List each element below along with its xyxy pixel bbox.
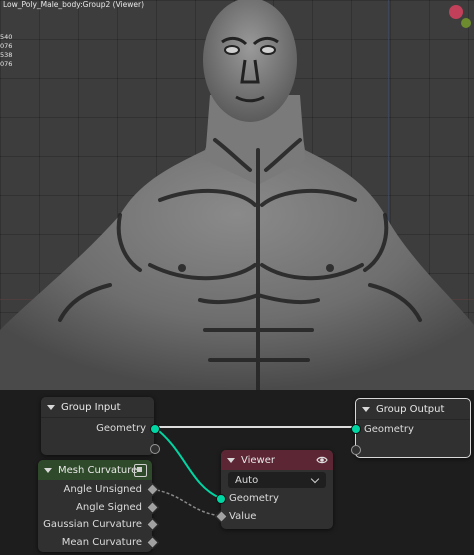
navigation-gizmo-x-icon[interactable]	[449, 5, 463, 19]
chevron-down-icon[interactable]	[227, 457, 235, 463]
mesh-curvature-header[interactable]: Mesh Curvature	[38, 460, 152, 480]
group-input-empty-socket[interactable]	[150, 444, 160, 454]
human-body-mesh	[0, 0, 474, 390]
group-output-geometry-label: Geometry	[364, 423, 414, 435]
group-input-geometry-label: Geometry	[96, 422, 146, 434]
chevron-down-icon[interactable]	[362, 406, 370, 412]
group-output-header[interactable]: Group Output	[356, 399, 470, 420]
viewer-geometry-socket[interactable]	[216, 494, 226, 504]
chevron-down-icon[interactable]	[47, 404, 55, 410]
chevron-down-icon[interactable]	[44, 467, 52, 473]
3d-viewport[interactable]: Low_Poly_Male_body:Group2 (Viewer) 540 0…	[0, 0, 474, 390]
group-output-node[interactable]: Group Output Geometry	[351, 398, 471, 458]
mesh-data-icon	[134, 464, 147, 477]
link-input-to-viewer	[153, 426, 221, 499]
scene-statistics: 540 076 538 076	[0, 33, 12, 69]
navigation-gizmo-y-icon[interactable]	[461, 18, 471, 28]
mesh-curvature-title: Mesh Curvature	[58, 464, 138, 476]
eye-icon[interactable]	[316, 454, 328, 466]
viewer-node[interactable]: Viewer Auto Geometry Value	[215, 450, 333, 529]
output-angle-signed-label: Angle Signed	[76, 501, 142, 513]
mesh-curvature-node[interactable]: Mesh Curvature Angle Unsigned Angle Sign…	[38, 460, 159, 552]
stat-value: 076	[0, 42, 13, 50]
viewer-title: Viewer	[241, 454, 275, 466]
group-input-node[interactable]: Group Input Geometry	[41, 397, 160, 455]
output-angle-unsigned-label: Angle Unsigned	[63, 483, 142, 495]
viewer-value-label: Value	[229, 510, 257, 522]
viewer-header[interactable]: Viewer	[221, 450, 333, 470]
group-output-geometry-socket[interactable]	[351, 424, 361, 434]
output-mean-curvature-label: Mean Curvature	[61, 536, 142, 548]
stat-value: 076	[0, 60, 13, 68]
group-input-title: Group Input	[61, 401, 121, 413]
geometry-node-editor[interactable]: Group Input Geometry Group Output Geomet…	[0, 390, 474, 555]
stat-value: 538	[0, 51, 13, 59]
stat-value: 540	[0, 33, 13, 41]
viewer-domain-value: Auto	[235, 474, 259, 486]
viewport-title: Low_Poly_Male_body:Group2 (Viewer)	[3, 0, 145, 9]
group-output-title: Group Output	[376, 403, 445, 415]
dropdown-chevron-icon	[310, 474, 320, 484]
viewer-geometry-label: Geometry	[229, 492, 279, 504]
group-input-header[interactable]: Group Input	[41, 397, 154, 418]
group-output-empty-socket[interactable]	[351, 445, 361, 455]
viewer-domain-dropdown[interactable]: Auto	[228, 472, 326, 488]
output-gaussian-curvature-label: Gaussian Curvature	[43, 518, 142, 530]
group-input-geometry-socket[interactable]	[150, 424, 160, 434]
